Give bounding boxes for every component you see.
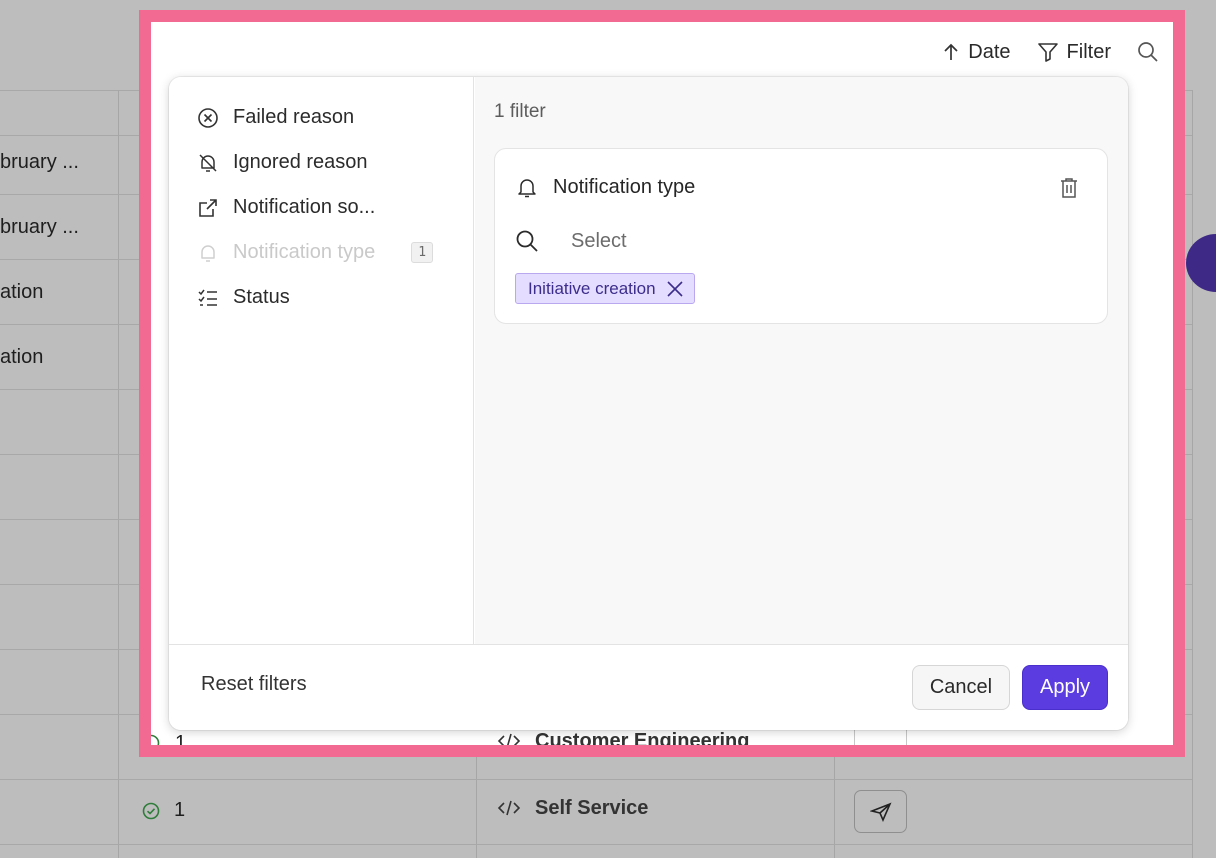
- bell-icon: [518, 179, 536, 198]
- option-label: Status: [233, 286, 290, 308]
- filter-option-ignored-reason[interactable]: Ignored reason: [169, 140, 473, 185]
- send-icon: [870, 802, 892, 822]
- partial-row: 1 Customer Engineering: [151, 730, 1173, 745]
- filter-value-search[interactable]: Select: [515, 229, 627, 253]
- trash-icon: [1061, 178, 1077, 198]
- active-filters-area: 1 filter Notification type Select Initia…: [475, 77, 1128, 644]
- option-count-badge: 1: [411, 242, 434, 263]
- search-icon: [1138, 42, 1158, 62]
- bell-icon: [201, 244, 215, 262]
- filter-button[interactable]: Filter: [1037, 41, 1111, 64]
- option-label: Notification type: [233, 241, 376, 263]
- remove-chip-button[interactable]: [666, 280, 684, 298]
- filter-label: Filter: [1066, 40, 1111, 63]
- filter-option-failed-reason[interactable]: Failed reason: [169, 95, 473, 140]
- row-source: Self Service: [535, 797, 649, 819]
- row-name-text: bruary ...: [0, 216, 79, 238]
- code-icon: [497, 733, 521, 745]
- filter-card-title: Notification type: [553, 175, 696, 198]
- row-count: 1: [175, 732, 187, 745]
- sort-label: Date: [968, 40, 1011, 63]
- filter-options-list: Failed reason Ignored reason Notificatio…: [169, 77, 474, 644]
- column-divider: [1192, 90, 1193, 858]
- filter-card-header: Notification type: [515, 175, 695, 199]
- x-circle-icon: [198, 107, 218, 128]
- filter-count-label: 1 filter: [494, 101, 546, 122]
- checklist-icon: [198, 289, 217, 306]
- code-icon: [497, 800, 521, 816]
- option-label: Ignored reason: [233, 151, 368, 173]
- external-link-icon: [199, 198, 217, 217]
- filter-option-status[interactable]: Status: [169, 275, 473, 320]
- sort-date-button[interactable]: Date: [942, 40, 1011, 64]
- bell-off-icon: [199, 153, 217, 172]
- send-button[interactable]: [854, 790, 907, 833]
- chip-label: Initiative creation: [528, 278, 656, 298]
- option-label: Notification so...: [233, 196, 376, 218]
- filter-chip: Initiative creation: [515, 273, 695, 304]
- search-button[interactable]: [1137, 41, 1159, 63]
- apply-button[interactable]: Apply: [1022, 665, 1108, 710]
- row-name-text: ation: [0, 281, 44, 303]
- toolbar: Date Filter: [942, 36, 1159, 68]
- option-label: Failed reason: [233, 106, 355, 128]
- filter-dialog: Failed reason Ignored reason Notificatio…: [169, 77, 1128, 730]
- row-name-text: bruary ...: [0, 151, 79, 173]
- filter-option-notification-type: Notification type 1: [169, 230, 473, 275]
- filter-option-notification-source[interactable]: Notification so...: [169, 185, 473, 230]
- filter-icon: [1037, 43, 1058, 62]
- check-circle-icon: [151, 734, 160, 745]
- check-circle-icon: [142, 802, 160, 820]
- filter-card-notification-type: Notification type Select Initiative crea…: [494, 148, 1108, 324]
- dialog-footer: Reset filters Cancel Apply: [169, 644, 1128, 730]
- close-icon: [667, 280, 683, 297]
- arrow-up-icon: [944, 43, 958, 60]
- search-placeholder: Select: [571, 229, 627, 252]
- row-name-text: ation: [0, 346, 44, 368]
- row-source: Customer Engineering: [535, 730, 750, 745]
- search-icon: [516, 230, 538, 252]
- cancel-button[interactable]: Cancel: [912, 665, 1010, 710]
- send-button[interactable]: [854, 730, 907, 745]
- row-count: 1: [174, 799, 186, 821]
- delete-filter-button[interactable]: [1059, 177, 1079, 204]
- reset-filters-button[interactable]: Reset filters: [201, 673, 307, 696]
